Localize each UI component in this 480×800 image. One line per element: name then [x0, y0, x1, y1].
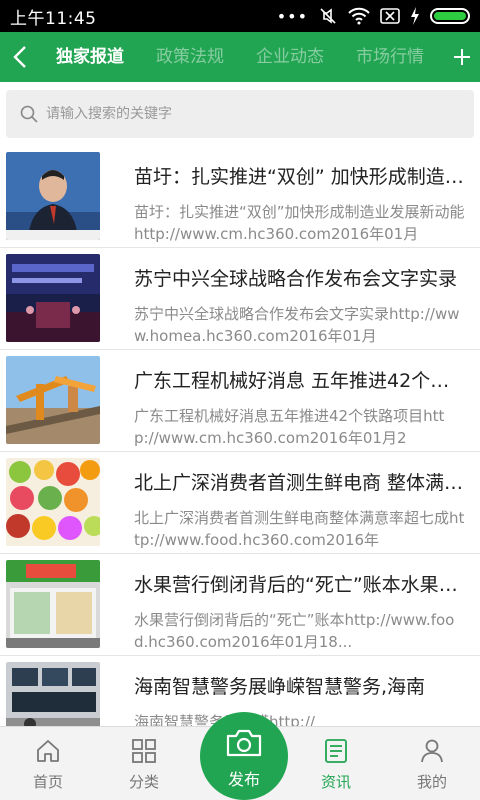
- news-item[interactable]: 苗圩：扎实推进“双创” 加快形成制造业发展新动能 苗圩：扎实推进“双创”加快形成…: [0, 146, 480, 248]
- news-text: 苗圩：扎实推进“双创” 加快形成制造业发展新动能 苗圩：扎实推进“双创”加快形成…: [134, 152, 468, 245]
- news-desc: 苗圩：扎实推进“双创”加快形成制造业发展新动能http://www.cm.hc3…: [134, 203, 465, 243]
- search-bar: [0, 82, 480, 146]
- add-tab-button[interactable]: [444, 32, 480, 82]
- publish-label: 发布: [227, 770, 260, 789]
- news-desc: 水果营行倒闭背后的“死亡”账本http://www.food.hc360.com…: [134, 611, 455, 651]
- status-icons: •••: [277, 6, 470, 26]
- more-dots-icon: •••: [276, 6, 308, 26]
- news-desc: 海南智慧警务展峥嵘http://: [134, 711, 468, 726]
- news-thumbnail: [6, 662, 100, 726]
- nav-home-label: 首页: [32, 773, 63, 791]
- news-thumbnail: [6, 560, 100, 648]
- tab-market[interactable]: 市场行情: [340, 32, 440, 82]
- search-icon: [20, 105, 38, 123]
- news-text: 海南智慧警务展峥嵘智慧警务,海南 海南智慧警务展峥嵘http://: [134, 662, 468, 726]
- user-icon: [419, 737, 445, 765]
- app-bar: 独家报道 政策法规 企业动态 市场行情: [0, 32, 480, 82]
- nav-category-label: 分类: [128, 773, 159, 791]
- news-doc-icon: [323, 737, 349, 765]
- grid-icon: [131, 737, 157, 765]
- news-title: 海南智慧警务展峥嵘智慧警务,海南: [134, 676, 426, 698]
- home-icon: [35, 737, 61, 765]
- nav-category[interactable]: 分类: [96, 727, 192, 800]
- news-title: 苏宁中兴全球战略合作发布会文字实录: [134, 268, 458, 290]
- publish-button[interactable]: 发布: [200, 712, 288, 800]
- battery-icon: [430, 8, 470, 24]
- news-thumbnail: [6, 152, 100, 240]
- tab-company-news[interactable]: 企业动态: [240, 32, 340, 82]
- mute-icon: [318, 6, 338, 26]
- news-list: 苗圩：扎实推进“双创” 加快形成制造业发展新动能 苗圩：扎实推进“双创”加快形成…: [0, 146, 480, 726]
- news-text: 苏宁中兴全球战略合作发布会文字实录 苏宁中兴全球战略合作发布会文字实录http:…: [134, 254, 468, 347]
- news-title: 广东工程机械好消息 五年推进42个铁路项目: [134, 370, 468, 392]
- news-item[interactable]: 北上广深消费者首测生鲜电商 整体满意率超七成 北上广深消费者首测生鲜电商整体满意…: [0, 452, 480, 554]
- nav-news[interactable]: 资讯: [288, 727, 384, 800]
- news-item[interactable]: 苏宁中兴全球战略合作发布会文字实录 苏宁中兴全球战略合作发布会文字实录http:…: [0, 248, 480, 350]
- tab-policy[interactable]: 政策法规: [140, 32, 240, 82]
- no-sim-icon: [380, 7, 400, 25]
- news-text: 水果营行倒闭背后的“死亡”账本水果营行 水果营行倒闭背后的“死亡”账本http:…: [134, 560, 468, 653]
- back-arrow-icon: [13, 46, 26, 68]
- nav-mine-label: 我的: [416, 773, 447, 791]
- news-item[interactable]: 广东工程机械好消息 五年推进42个铁路项目 广东工程机械好消息五年推进42个铁路…: [0, 350, 480, 452]
- news-thumbnail: [6, 254, 100, 342]
- search-input[interactable]: [46, 106, 474, 122]
- news-title: 苗圩：扎实推进“双创” 加快形成制造业发展新动能: [134, 166, 468, 188]
- news-desc: 广东工程机械好消息五年推进42个铁路项目http://www.cm.hc360.…: [134, 407, 445, 447]
- wifi-icon: [348, 7, 370, 25]
- status-bar: 上午11:45 •••: [0, 0, 480, 32]
- news-desc: 苏宁中兴全球战略合作发布会文字实录http://www.homea.hc360.…: [134, 305, 460, 345]
- nav-home[interactable]: 首页: [0, 727, 96, 800]
- category-tabs: 独家报道 政策法规 企业动态 市场行情: [40, 32, 444, 82]
- news-thumbnail: [6, 458, 100, 546]
- plus-icon: [454, 49, 470, 65]
- charging-icon: [410, 7, 420, 25]
- back-button[interactable]: [0, 32, 40, 82]
- tab-exclusive[interactable]: 独家报道: [40, 32, 140, 82]
- camera-icon: [225, 728, 263, 762]
- news-title: 水果营行倒闭背后的“死亡”账本水果营行: [134, 574, 468, 596]
- news-item[interactable]: 水果营行倒闭背后的“死亡”账本水果营行 水果营行倒闭背后的“死亡”账本http:…: [0, 554, 480, 656]
- news-text: 广东工程机械好消息 五年推进42个铁路项目 广东工程机械好消息五年推进42个铁路…: [134, 356, 468, 449]
- status-time: 上午11:45: [10, 8, 97, 29]
- nav-news-label: 资讯: [320, 773, 351, 791]
- news-title: 北上广深消费者首测生鲜电商 整体满意率超七成: [134, 472, 468, 494]
- news-text: 北上广深消费者首测生鲜电商 整体满意率超七成 北上广深消费者首测生鲜电商整体满意…: [134, 458, 468, 551]
- nav-mine[interactable]: 我的: [384, 727, 480, 800]
- news-thumbnail: [6, 356, 100, 444]
- news-desc: 北上广深消费者首测生鲜电商整体满意率超七成http://www.food.hc3…: [134, 509, 465, 549]
- search-box[interactable]: [6, 90, 474, 138]
